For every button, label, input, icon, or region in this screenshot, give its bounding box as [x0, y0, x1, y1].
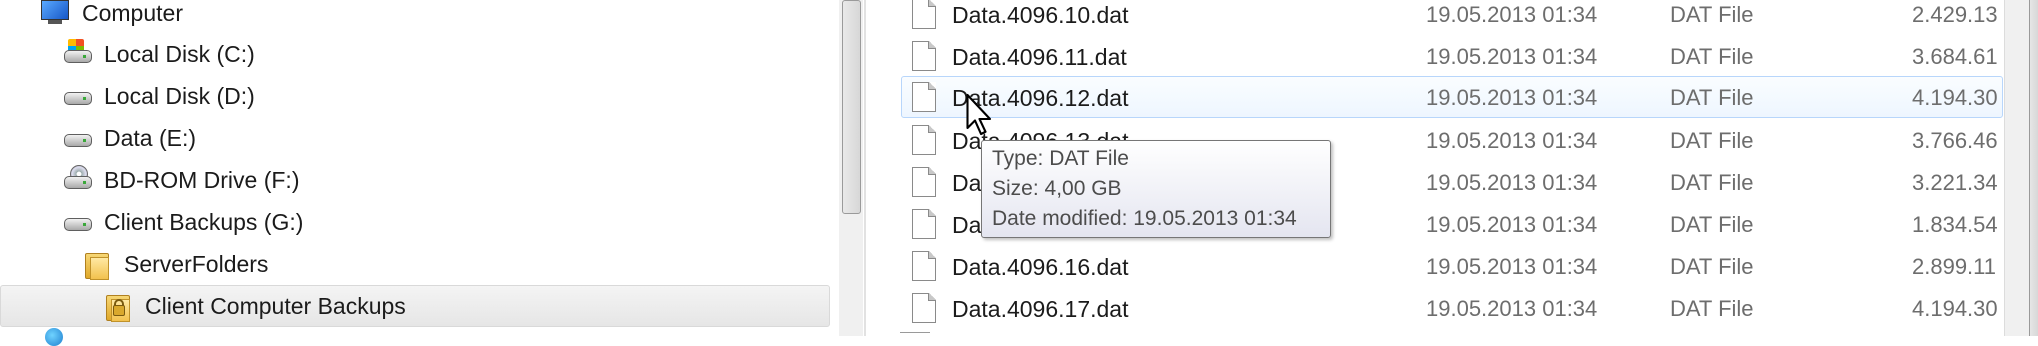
file-row[interactable]: Data.4096.16.dat 19.05.2013 01:34 DAT Fi… — [902, 246, 2002, 286]
file-row[interactable]: Data.4096.17.dat 19.05.2013 01:34 DAT Fi… — [902, 288, 2002, 328]
file-date: 19.05.2013 01:34 — [1426, 44, 1598, 69]
file-icon — [912, 0, 936, 29]
file-icon — [912, 251, 936, 281]
next-file-icon-edge — [900, 332, 930, 337]
file-icon — [912, 293, 936, 323]
tree-item-label: BD-ROM Drive (F:) — [104, 166, 300, 193]
file-row[interactable]: Data.4096.11.dat 19.05.2013 01:34 DAT Fi… — [902, 36, 2002, 76]
file-icon — [912, 82, 936, 112]
file-icon — [912, 167, 936, 197]
folder-icon — [82, 249, 112, 280]
file-date: 19.05.2013 01:34 — [1426, 170, 1598, 195]
navigation-pane: Computer Local Disk (C:) Local Disk (D:)… — [0, 0, 838, 346]
tree-item-local-disk-d[interactable]: Local Disk (D:) — [62, 75, 255, 117]
file-name: Data.4096.16.dat — [952, 254, 1129, 280]
drive-icon — [62, 81, 92, 111]
file-info-tooltip: Type: DAT File Size: 4,00 GB Date modifi… — [981, 140, 1331, 238]
file-size: 3.684.61 — [1912, 44, 1998, 69]
file-type: DAT File — [1670, 128, 1754, 153]
file-icon — [912, 125, 936, 155]
file-date: 19.05.2013 01:34 — [1426, 296, 1598, 321]
tree-item-label: Client Backups (G:) — [104, 208, 304, 235]
computer-icon — [40, 0, 70, 28]
tree-item-client-backups-g[interactable]: Client Backups (G:) — [62, 201, 303, 243]
tree-item-label: Computer — [82, 0, 183, 26]
file-size: 2.429.13 — [1912, 2, 1998, 27]
file-name: Data.4096.10.dat — [952, 2, 1129, 28]
tree-item-label: ServerFolders — [124, 250, 269, 277]
file-type: DAT File — [1670, 254, 1754, 279]
file-icon — [912, 41, 936, 71]
file-type: DAT File — [1670, 212, 1754, 237]
network-icon — [45, 328, 63, 346]
file-type: DAT File — [1670, 85, 1754, 110]
drive-icon — [62, 123, 92, 153]
tree-item-label: Data (E:) — [104, 124, 197, 151]
tooltip-type: Type: DAT File — [992, 147, 1129, 170]
mouse-cursor-icon — [966, 93, 992, 136]
tree-item-bd-rom-f[interactable]: BD-ROM Drive (F:) — [62, 159, 299, 201]
system-drive-icon — [62, 39, 92, 69]
file-size: 4.194.30 — [1912, 296, 1998, 321]
tree-item-computer[interactable]: Computer — [40, 0, 183, 34]
file-row-hovered[interactable]: Data.4096.12.dat 19.05.2013 01:34 DAT Fi… — [901, 76, 2003, 118]
locked-folder-icon — [103, 291, 133, 322]
file-size: 3.221.34 — [1912, 170, 1998, 195]
tooltip-size: Size: 4,00 GB — [992, 177, 1122, 200]
file-size: 4.194.30 — [1912, 85, 1998, 110]
file-date: 19.05.2013 01:34 — [1426, 212, 1598, 237]
tree-item-client-computer-backups[interactable]: Client Computer Backups — [0, 285, 830, 327]
file-type: DAT File — [1670, 296, 1754, 321]
file-size: 1.834.54 — [1912, 212, 1998, 237]
file-type: DAT File — [1670, 2, 1754, 27]
file-type: DAT File — [1670, 44, 1754, 69]
file-list-scrollbar[interactable] — [2004, 0, 2038, 336]
file-list-scrollbar-thumb[interactable] — [2029, 0, 2038, 336]
tooltip-date-modified: Date modified: 19.05.2013 01:34 — [992, 207, 1297, 230]
file-icon — [912, 209, 936, 239]
bd-rom-icon — [62, 165, 92, 195]
tree-item-local-disk-c[interactable]: Local Disk (C:) — [62, 33, 255, 75]
file-name: Data.4096.17.dat — [952, 296, 1129, 322]
file-date: 19.05.2013 01:34 — [1426, 85, 1598, 110]
file-date: 19.05.2013 01:34 — [1426, 254, 1598, 279]
file-name: Data.4096.11.dat — [952, 44, 1127, 70]
tree-item-label: Local Disk (D:) — [104, 82, 255, 109]
tree-item-serverfolders[interactable]: ServerFolders — [82, 243, 268, 285]
drive-icon — [62, 207, 92, 237]
file-date: 19.05.2013 01:34 — [1426, 2, 1598, 27]
tree-item-label: Client Computer Backups — [145, 292, 406, 319]
navigation-scrollbar-thumb[interactable] — [842, 0, 861, 214]
file-size: 3.766.46 — [1912, 128, 1998, 153]
file-date: 19.05.2013 01:34 — [1426, 128, 1598, 153]
file-size: 2.899.11 — [1912, 254, 1997, 279]
navigation-scrollbar[interactable] — [839, 0, 863, 336]
file-row[interactable]: Data.4096.10.dat 19.05.2013 01:34 DAT Fi… — [902, 0, 2002, 34]
tree-item-data-e[interactable]: Data (E:) — [62, 117, 196, 159]
file-type: DAT File — [1670, 170, 1754, 195]
tree-item-label: Local Disk (C:) — [104, 40, 255, 67]
